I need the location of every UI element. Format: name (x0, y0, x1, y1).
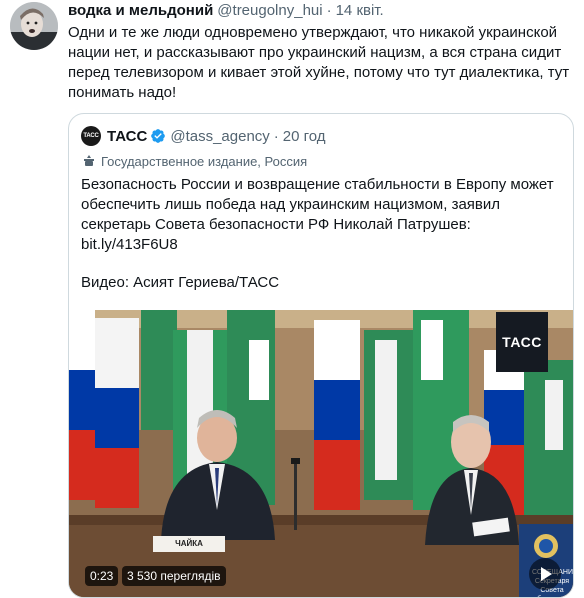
author-name[interactable]: водка и мельдоний (68, 2, 213, 19)
nameplate: ЧАЙКА (153, 536, 225, 552)
author-avatar[interactable] (10, 2, 58, 50)
play-icon[interactable] (529, 558, 561, 590)
video-duration: 0:23 (85, 566, 119, 586)
tweet-header: водка и мельдоний @treugolny_hui · 14 кв… (68, 2, 384, 22)
quoted-header-separator: · (273, 127, 279, 145)
state-media-label[interactable]: Государственное издание, Россия (81, 152, 307, 170)
quoted-tweet-body: Безопасность России и возвращение стабил… (81, 176, 554, 233)
quoted-timestamp[interactable]: 20 год (283, 128, 326, 145)
video-view-count: 3 530 переглядів (122, 566, 226, 586)
state-media-icon (84, 155, 94, 166)
quoted-tweet-header: ТАСС ТАСС @tass_agency · 20 год (81, 126, 326, 146)
video-player[interactable]: ТАСС ЧАЙКА СОВЕЩАНИЕ Секретаря Совета бе… (69, 310, 573, 597)
quoted-author-avatar[interactable]: ТАСС (81, 126, 101, 146)
quoted-tweet[interactable]: ТАСС ТАСС @tass_agency · 20 год Государс… (68, 113, 574, 598)
video-credit: Видео: Асият Гериева/ТАСС (81, 274, 280, 291)
quoted-author-name[interactable]: ТАСС (107, 128, 147, 145)
tass-watermark: ТАСС (496, 312, 548, 372)
author-handle[interactable]: @treugolny_hui (217, 2, 322, 19)
quoted-tweet-text: Безопасность России и возвращение стабил… (81, 175, 561, 255)
verified-badge-icon (151, 129, 166, 143)
header-separator: · (326, 2, 332, 19)
tweet-timestamp[interactable]: 14 квіт. (336, 2, 384, 19)
tweet-text: Одни и те же люди одновремено утверждают… (68, 24, 570, 101)
state-media-label-text: Государственное издание, Россия (101, 153, 308, 169)
quoted-author-handle[interactable]: @tass_agency (170, 128, 269, 145)
quoted-tweet-link[interactable]: bit.ly/413F6U8 (81, 235, 561, 255)
tweet[interactable]: водка и мельдоний @treugolny_hui · 14 кв… (0, 0, 584, 598)
